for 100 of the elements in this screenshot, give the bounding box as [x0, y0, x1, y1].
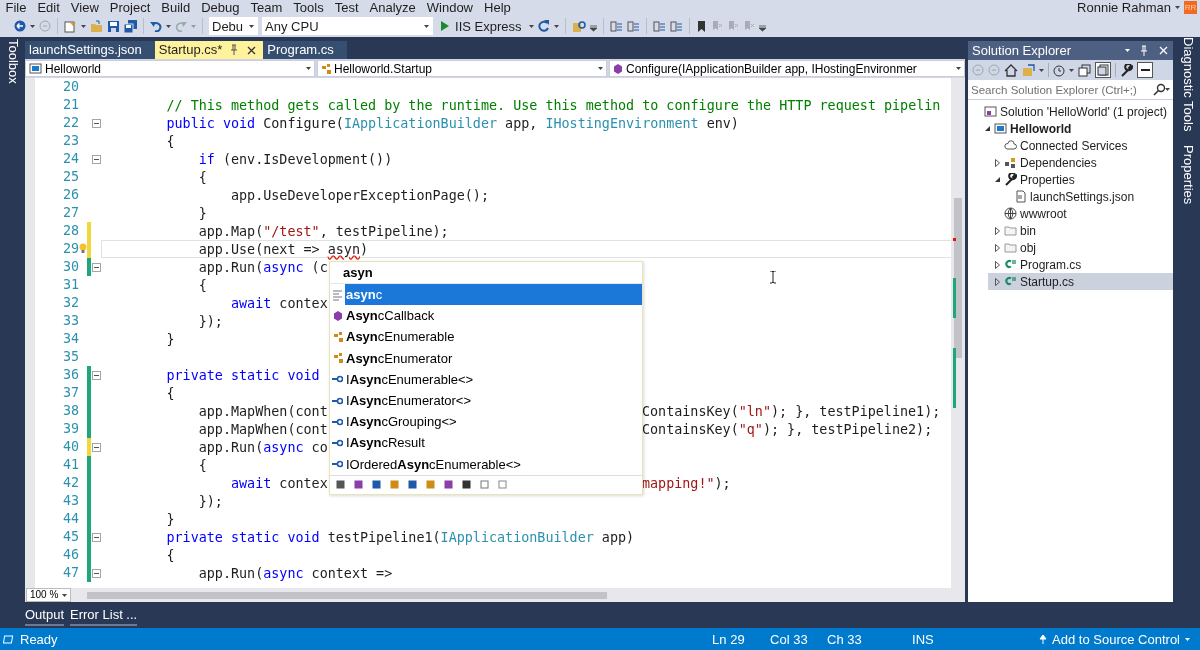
caret-icon[interactable] [1185, 636, 1190, 642]
back-icon[interactable] [14, 20, 26, 32]
caret-icon[interactable] [1175, 5, 1180, 10]
wrench-icon[interactable] [1120, 63, 1133, 77]
collapse-icon[interactable] [91, 370, 101, 380]
close-icon[interactable] [246, 44, 258, 56]
search-icon[interactable] [1153, 83, 1165, 96]
menu-item[interactable]: Analyze [364, 0, 422, 15]
menu-item[interactable]: Edit [31, 0, 66, 15]
caret-icon[interactable] [1069, 67, 1074, 73]
search-field[interactable]: Search Solution Explorer (Ctrl+;) [968, 80, 1173, 100]
collapse-icon[interactable] [91, 442, 101, 452]
collapse-icon[interactable] [91, 154, 101, 164]
menu-item[interactable]: Team [245, 0, 288, 15]
refresh-icon[interactable] [537, 20, 550, 32]
tree-item[interactable]: Startup.cs [988, 273, 1173, 290]
tree-item[interactable]: Program.cs [988, 256, 1173, 273]
tree-item[interactable]: wwwroot [988, 205, 1173, 222]
close-icon[interactable] [1158, 45, 1169, 56]
module-filter-icon[interactable] [408, 480, 417, 490]
tree-item[interactable]: obj [988, 239, 1173, 256]
completion-item[interactable]: AsyncCallback [330, 305, 642, 327]
editor-tab[interactable]: Program.cs [263, 41, 347, 59]
caret-icon[interactable] [306, 66, 311, 71]
tree-item[interactable]: Connected Services [988, 137, 1173, 154]
toolbox-tab[interactable]: Toolbox [3, 39, 22, 84]
caret-icon[interactable] [598, 66, 603, 71]
undo-icon[interactable] [150, 20, 162, 32]
vertical-scrollbar[interactable] [951, 78, 965, 588]
user-name[interactable]: Ronnie Rahman [1077, 0, 1171, 15]
structure-filter-icon[interactable] [426, 480, 435, 490]
menu-item[interactable]: Project [104, 0, 156, 15]
completion-item[interactable]: IAsyncGrouping<> [330, 411, 642, 433]
caret-icon[interactable] [1165, 87, 1170, 92]
pin-icon[interactable] [1138, 44, 1150, 57]
bookmark-icon[interactable] [695, 19, 707, 33]
field-filter-icon[interactable] [336, 480, 345, 490]
collapse-icon[interactable] [91, 262, 101, 272]
completion-item[interactable]: AsyncEnumerator [330, 347, 642, 369]
clock-icon[interactable] [1053, 63, 1065, 77]
source-control-button[interactable]: Add to Source Control [1039, 631, 1200, 647]
menu-item[interactable]: View [65, 0, 105, 15]
tree-item[interactable]: Solution 'HelloWorld' (1 project) [968, 103, 1173, 120]
horizontal-scrollbar[interactable] [87, 591, 608, 599]
interface-filter-icon[interactable] [372, 480, 381, 490]
collapsed-arrow-icon[interactable] [992, 259, 1001, 270]
completion-item[interactable]: IAsyncEnumerator<> [330, 389, 642, 412]
save-all-icon[interactable] [124, 19, 137, 33]
menu-item[interactable]: Tools [287, 0, 330, 15]
collapsed-arrow-icon[interactable] [992, 157, 1001, 168]
caret-icon[interactable] [553, 23, 559, 29]
menu-item[interactable]: File [0, 0, 32, 15]
event-filter-icon[interactable] [354, 480, 363, 490]
tree-item[interactable]: bin [988, 222, 1173, 239]
caret-icon[interactable] [249, 23, 255, 29]
show-all-files-icon[interactable] [1095, 62, 1111, 78]
menu-item[interactable]: Help [478, 0, 517, 15]
collapse-all-icon[interactable] [1078, 63, 1091, 77]
caret-icon[interactable] [1125, 48, 1130, 53]
play-icon[interactable] [440, 21, 451, 31]
collapse-icon[interactable] [91, 532, 101, 542]
type-dropdown[interactable]: Helloworld.Startup [317, 60, 607, 77]
completion-item[interactable]: IAsyncEnumerable<> [330, 368, 642, 390]
member-dropdown[interactable]: Configure(IApplicationBuilder app, IHostingEnvironmer [609, 60, 965, 77]
collapsed-arrow-icon[interactable] [992, 276, 1001, 287]
editor-tab[interactable]: Startup.cs* [154, 41, 264, 59]
completion-item[interactable]: IOrderedAsyncEnumerable<> [330, 453, 642, 475]
platform-dropdown[interactable]: Any CPU [262, 17, 434, 35]
completion-item[interactable]: AsyncEnumerable [330, 326, 642, 348]
caret-icon[interactable] [166, 23, 171, 29]
project-dropdown[interactable]: Helloworld [25, 60, 315, 77]
caret-icon[interactable] [81, 23, 86, 29]
start-button[interactable]: IIS Express [437, 17, 525, 35]
menu-item[interactable]: Window [421, 0, 479, 15]
menu-item[interactable]: Build [155, 0, 196, 15]
zoom-dropdown[interactable]: 100 % [26, 588, 72, 602]
collapsed-arrow-icon[interactable] [992, 225, 1001, 236]
preview-icon[interactable] [1137, 62, 1153, 78]
namespace-filter-icon[interactable] [462, 480, 471, 490]
caret-icon[interactable] [528, 23, 534, 29]
completion-item[interactable]: IAsyncResult [330, 432, 642, 454]
menu-item[interactable]: Test [329, 0, 364, 15]
delegate-filter-icon[interactable] [444, 480, 453, 490]
tree-item[interactable]: Helloworld [978, 120, 1173, 137]
caret-icon[interactable] [956, 66, 961, 71]
panel-tab[interactable]: Error List ... [70, 606, 138, 626]
keyword-filter-icon[interactable] [480, 480, 489, 490]
home-icon[interactable] [1004, 63, 1018, 77]
editor-tab[interactable]: launchSettings.json [25, 41, 155, 59]
collapsed-arrow-icon[interactable] [992, 242, 1001, 253]
menu-item[interactable]: Debug [195, 0, 245, 15]
tree-item[interactable]: launchSettings.json [998, 188, 1173, 205]
side-tab[interactable]: Diagnostic Tools [1178, 37, 1197, 132]
caret-icon[interactable] [1039, 67, 1044, 73]
find-in-files-icon[interactable] [571, 19, 586, 33]
caret-icon[interactable] [424, 23, 430, 29]
class-filter-icon[interactable] [390, 480, 399, 490]
caret-icon[interactable] [30, 23, 35, 29]
tree-item[interactable]: Dependencies [988, 154, 1173, 171]
panel-tab[interactable]: Output [25, 606, 65, 626]
